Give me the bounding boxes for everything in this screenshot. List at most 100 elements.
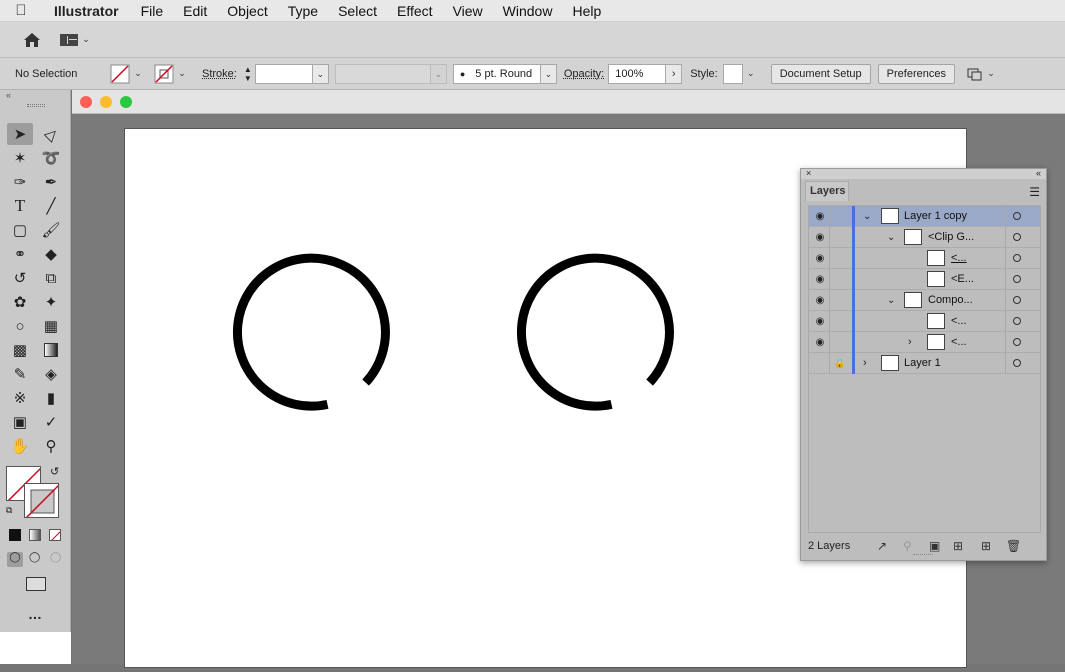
more-tools-icon[interactable]: … — [28, 606, 43, 622]
curvature-tool-icon[interactable]: ✒ — [38, 171, 64, 193]
panel-menu-icon[interactable]: ☰ — [1029, 185, 1040, 199]
zoom-tool-icon[interactable]: ⚲ — [38, 435, 64, 457]
layer-name[interactable]: Layer 1 copy — [904, 210, 967, 222]
target-icon[interactable] — [1013, 275, 1021, 283]
default-fill-stroke-icon[interactable]: ⧉ — [6, 505, 12, 516]
home-icon[interactable] — [22, 30, 42, 50]
layer-name[interactable]: <E... — [951, 273, 974, 285]
type-tool-icon[interactable]: T — [7, 195, 33, 217]
target-icon[interactable] — [1013, 212, 1021, 220]
brush-definition[interactable]: ● 5 pt. Round ⌄ — [452, 63, 557, 85]
layer-row[interactable]: ◉ ⌄ <Clip G... — [809, 227, 1040, 248]
layer-name[interactable]: <... — [951, 336, 967, 348]
gradient-tool-icon[interactable] — [38, 339, 64, 361]
export-icon[interactable]: ↗ — [877, 539, 887, 553]
visibility-eye-icon[interactable]: ◉ — [813, 253, 827, 264]
selection-tool-icon[interactable]: ➤ — [7, 123, 33, 145]
visibility-eye-icon[interactable]: ◉ — [813, 337, 827, 348]
lasso-tool-icon[interactable]: ➰ — [38, 147, 64, 169]
blend-tool-icon[interactable]: ◈ — [38, 363, 64, 385]
puppet-warp-tool-icon[interactable]: ✿ — [7, 291, 33, 313]
layer-row[interactable]: ◉ ⌄ Layer 1 copy — [809, 206, 1040, 227]
menu-window[interactable]: Window — [493, 3, 563, 19]
close-panel-icon[interactable]: × — [806, 168, 811, 178]
visibility-eye-icon[interactable]: ◉ — [813, 274, 827, 285]
menu-help[interactable]: Help — [562, 3, 611, 19]
layer-name[interactable]: <... — [951, 315, 967, 327]
layer-name[interactable]: <Clip G... — [928, 231, 974, 243]
clipping-mask-icon[interactable]: ▣ — [929, 539, 940, 553]
scale-tool-icon[interactable]: ⧉ — [38, 267, 64, 289]
apple-icon[interactable]:  — [0, 2, 42, 19]
stroke-swatch[interactable]: ⌄ — [154, 63, 190, 85]
hand-tool-icon[interactable]: ✋ — [7, 435, 33, 457]
opacity-input[interactable]: 100% — [608, 63, 667, 84]
rectangle-tool-icon[interactable]: ▢ — [7, 219, 33, 241]
style-swatch[interactable] — [722, 63, 743, 84]
trash-icon[interactable]: 🗑 — [1006, 539, 1021, 553]
artboard-tool-icon[interactable]: ▣ — [7, 411, 33, 433]
menu-type[interactable]: Type — [278, 3, 328, 19]
document-setup-button[interactable]: Document Setup — [770, 63, 871, 84]
search-icon[interactable]: ⚲ — [903, 539, 912, 553]
perspective-grid-tool-icon[interactable]: ▦ — [38, 315, 64, 337]
target-icon[interactable] — [1013, 233, 1021, 241]
pen-tool-icon[interactable]: ✑ — [7, 171, 33, 193]
menu-object[interactable]: Object — [217, 3, 277, 19]
layer-row[interactable]: ◉ ⌄ Compo... — [809, 290, 1040, 311]
screen-mode-icon[interactable] — [26, 577, 46, 591]
collapse-panel-icon[interactable]: « — [1036, 168, 1041, 178]
menu-select[interactable]: Select — [328, 3, 387, 19]
layer-row[interactable]: ◉ <E... — [809, 269, 1040, 290]
layer-name[interactable]: Layer 1 — [904, 357, 941, 369]
stroke-weight-field[interactable]: ▲ ▼ ⌄ — [241, 63, 329, 85]
menu-effect[interactable]: Effect — [387, 3, 443, 19]
draw-behind-icon[interactable]: ◯ — [29, 552, 40, 563]
chevron-down-icon[interactable]: ⌄ — [130, 68, 146, 79]
symbol-sprayer-tool-icon[interactable]: ※ — [7, 387, 33, 409]
app-menu[interactable]: Illustrator — [42, 3, 131, 19]
menu-view[interactable]: View — [443, 3, 493, 19]
chevron-right-icon[interactable]: › — [908, 336, 912, 348]
target-icon[interactable] — [1013, 359, 1021, 367]
stroke-color-swatch[interactable] — [24, 483, 59, 518]
eraser-tool-icon[interactable]: ◆ — [38, 243, 64, 265]
stroke-weight-input[interactable] — [254, 63, 313, 84]
tab-layers[interactable]: Layers — [805, 181, 849, 201]
minimize-window-button[interactable] — [100, 96, 112, 108]
layer-row[interactable]: ◉ › <... — [809, 332, 1040, 353]
shape-builder-tool-icon[interactable]: ○ — [7, 315, 33, 337]
none-mode-icon[interactable] — [49, 529, 61, 541]
color-mode-icon[interactable] — [9, 529, 21, 541]
gradient-mode-icon[interactable] — [29, 529, 41, 541]
slice-tool-icon[interactable]: ✓ — [38, 411, 64, 433]
layer-name[interactable]: Compo... — [928, 294, 973, 306]
new-sublayer-icon[interactable]: ⊞ — [953, 539, 963, 553]
new-layer-icon[interactable]: ⊞ — [981, 539, 991, 553]
grip-icon[interactable] — [27, 104, 45, 107]
layer-row[interactable]: ◉ <... — [809, 311, 1040, 332]
draw-normal-icon[interactable]: ◯ — [7, 552, 23, 567]
preferences-button[interactable]: Preferences — [877, 63, 955, 84]
stepper-icon[interactable]: ▲ ▼ — [241, 65, 255, 83]
chevron-down-icon[interactable]: ⌄ — [887, 295, 895, 306]
magic-wand-tool-icon[interactable]: ✶ — [7, 147, 33, 169]
swap-fill-stroke-icon[interactable]: ↺ — [50, 465, 59, 478]
pin-tool-icon[interactable]: ✦ — [38, 291, 64, 313]
workspace-switcher-icon[interactable]: ⌄ — [60, 33, 94, 46]
visibility-eye-icon[interactable]: ◉ — [813, 316, 827, 327]
target-icon[interactable] — [1013, 254, 1021, 262]
chevron-right-icon[interactable]: › — [863, 357, 867, 369]
arrange-documents-icon[interactable]: ⌄ — [967, 67, 999, 81]
fill-swatch[interactable]: ⌄ — [110, 63, 146, 85]
style-picker[interactable]: ⌄ — [722, 63, 759, 85]
chevron-down-icon[interactable]: ⌄ — [887, 232, 895, 243]
brush-field[interactable]: ● 5 pt. Round — [452, 63, 541, 84]
target-icon[interactable] — [1013, 317, 1021, 325]
target-icon[interactable] — [1013, 338, 1021, 346]
profile-field[interactable] — [334, 63, 431, 84]
line-tool-icon[interactable]: ╱ — [38, 195, 64, 217]
opacity-field[interactable]: 100% › — [608, 63, 683, 85]
layer-name[interactable]: <... — [951, 252, 967, 264]
opacity-label[interactable]: Opacity: — [564, 68, 604, 80]
